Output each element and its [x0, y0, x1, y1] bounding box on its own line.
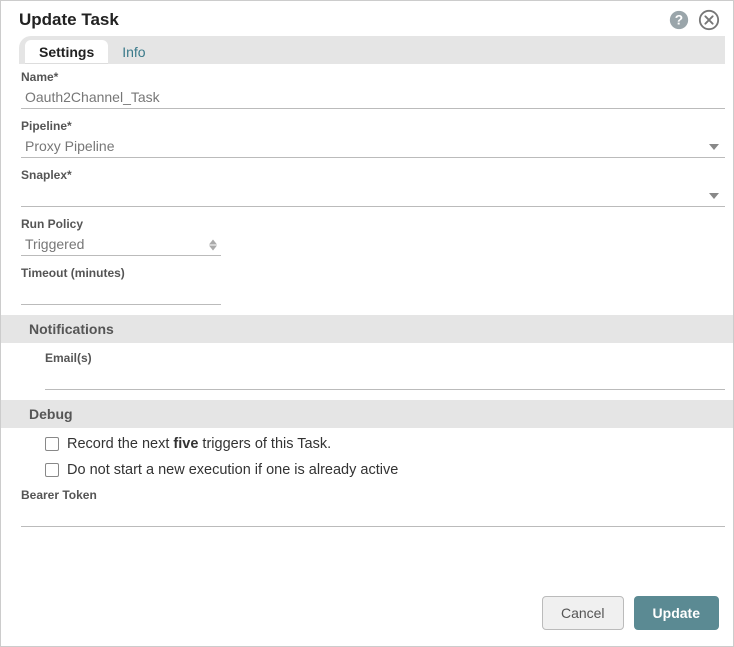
- field-bearer: Bearer Token: [21, 488, 725, 527]
- record-prefix: Record the next: [67, 436, 173, 452]
- name-label: Name*: [21, 70, 725, 84]
- record-triggers-label: Record the next five triggers of this Ta…: [67, 436, 331, 452]
- nostart-label: Do not start a new execution if one is a…: [67, 462, 398, 478]
- tab-info[interactable]: Info: [108, 40, 159, 64]
- runpolicy-label: Run Policy: [21, 217, 725, 231]
- svg-text:?: ?: [675, 13, 683, 28]
- record-bold: five: [173, 436, 198, 452]
- nostart-row[interactable]: Do not start a new execution if one is a…: [45, 462, 725, 478]
- field-runpolicy: Run Policy: [21, 217, 725, 256]
- chevron-down-icon: [709, 144, 719, 150]
- bearer-label: Bearer Token: [21, 488, 725, 502]
- dialog-footer: Cancel Update: [1, 584, 733, 646]
- emails-input[interactable]: [45, 367, 725, 390]
- bearer-input[interactable]: [21, 504, 725, 527]
- dialog-body: Name* Pipeline* Snaplex* Run Policy: [1, 64, 733, 584]
- snaplex-label: Snaplex*: [21, 168, 725, 182]
- field-pipeline: Pipeline*: [21, 119, 725, 158]
- cancel-button[interactable]: Cancel: [542, 596, 624, 630]
- timeout-input[interactable]: [21, 282, 221, 305]
- runpolicy-value[interactable]: [21, 233, 221, 256]
- update-task-dialog: Update Task ? Settings Info Name* Pipeli…: [0, 0, 734, 647]
- updown-icon: [209, 239, 217, 250]
- tab-settings[interactable]: Settings: [25, 40, 108, 64]
- section-notifications: Notifications: [1, 315, 733, 343]
- pipeline-value[interactable]: [21, 135, 725, 158]
- emails-label: Email(s): [45, 351, 725, 365]
- help-icon[interactable]: ?: [667, 8, 691, 32]
- tabstrip: Settings Info: [19, 36, 725, 64]
- chevron-down-icon: [709, 193, 719, 199]
- runpolicy-select[interactable]: [21, 233, 221, 256]
- record-triggers-checkbox[interactable]: [45, 437, 59, 451]
- timeout-label: Timeout (minutes): [21, 266, 725, 280]
- name-input[interactable]: [21, 86, 725, 109]
- dialog-title: Update Task: [19, 10, 119, 30]
- field-emails: Email(s): [45, 351, 725, 390]
- close-icon[interactable]: [697, 8, 721, 32]
- field-timeout: Timeout (minutes): [21, 266, 725, 305]
- record-triggers-row[interactable]: Record the next five triggers of this Ta…: [45, 436, 725, 452]
- field-snaplex: Snaplex*: [21, 168, 725, 207]
- debug-options: Record the next five triggers of this Ta…: [45, 436, 725, 478]
- section-debug: Debug: [1, 400, 733, 428]
- update-button[interactable]: Update: [634, 596, 719, 630]
- record-suffix: triggers of this Task.: [198, 436, 331, 452]
- field-name: Name*: [21, 70, 725, 109]
- snaplex-value[interactable]: [21, 184, 725, 207]
- nostart-checkbox[interactable]: [45, 463, 59, 477]
- pipeline-label: Pipeline*: [21, 119, 725, 133]
- snaplex-select[interactable]: [21, 184, 725, 207]
- dialog-header: Update Task ?: [1, 1, 733, 36]
- pipeline-select[interactable]: [21, 135, 725, 158]
- header-actions: ?: [667, 8, 721, 32]
